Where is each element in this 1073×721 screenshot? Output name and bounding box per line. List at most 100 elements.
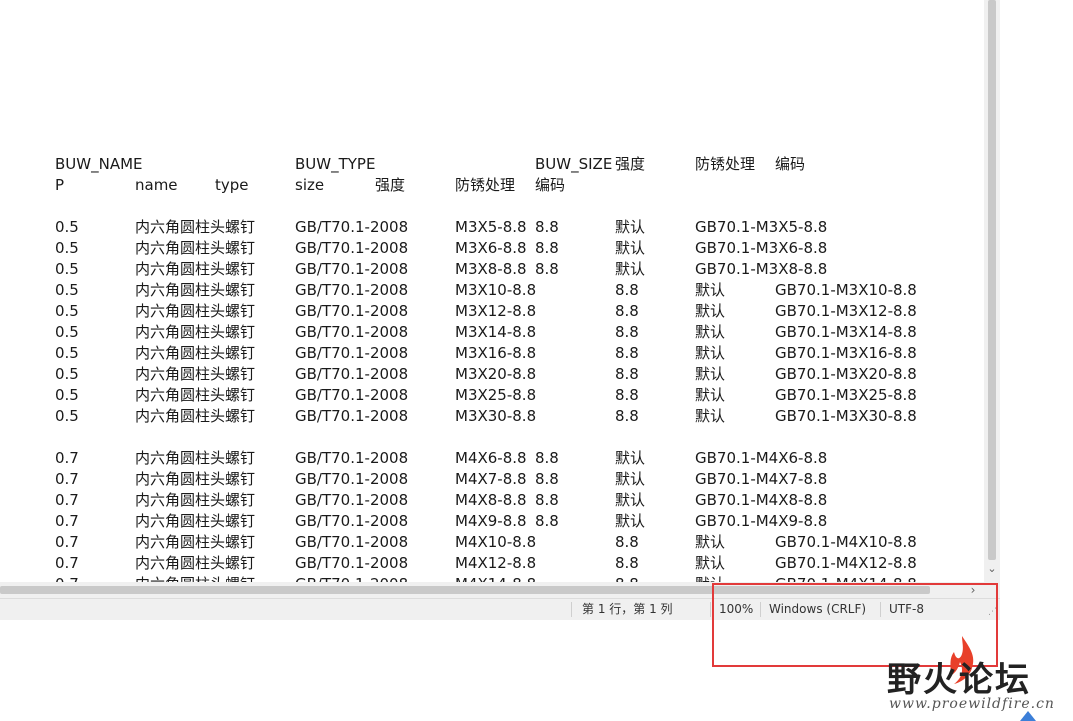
text-cell: 内六角圆柱头螺钉 (135, 407, 256, 425)
text-editor-area[interactable]: BUW_NAME BUW_TYPE BUW_SIZE 强度 防锈处理 编码 Pname typ… (0, 0, 984, 582)
text-cell: 8.8 (615, 323, 639, 341)
text-cell: BUW_SIZE (535, 155, 613, 173)
text-cell: GB/T70.1-2008 (295, 470, 409, 488)
text-cell: 0.5 (55, 239, 79, 257)
text-cell: M3X6-8.8 (455, 239, 527, 257)
text-cell: 8.8 (615, 407, 639, 425)
text-cell: 内六角圆柱头螺钉 (135, 365, 256, 383)
text-cell: 内六角圆柱头螺钉 (135, 386, 256, 404)
text-cell: 默认 (615, 449, 646, 467)
text-cell: 0.5 (55, 218, 79, 236)
text-cell: 默认 (695, 302, 726, 320)
text-cell: 默认 (615, 512, 646, 530)
text-cell: 0.5 (55, 281, 79, 299)
text-cell: 0.5 (55, 302, 79, 320)
text-cell: 0.7 (55, 512, 79, 530)
text-cell: 内六角圆柱头螺钉 (135, 344, 256, 362)
text-cell: 内六角圆柱头螺钉 (135, 533, 256, 551)
text-cell: BUW_TYPE (295, 155, 376, 173)
text-cell: GB70.1-M3X10-8.8 (775, 281, 917, 299)
text-cell: 8.8 (615, 554, 639, 572)
text-cell: 默认 (695, 386, 726, 404)
text-cell: M4X12-8.8 (455, 554, 537, 572)
text-cell: GB70.1-M4X7-8.8 (695, 470, 828, 488)
text-cell: GB/T70.1-2008 (295, 574, 408, 582)
text-cell: GB70.1-M4X14-8.8 (775, 574, 917, 582)
text-cell: 8.8 (535, 512, 559, 530)
vertical-scroll-thumb[interactable] (988, 0, 996, 560)
text-cell: 内六角圆柱头螺钉 (135, 574, 255, 582)
chevron-down-icon[interactable]: ⌄ (986, 562, 998, 576)
text-cell: GB70.1-M4X6-8.8 (695, 449, 828, 467)
text-cell: 8.8 (615, 533, 639, 551)
text-cell: 防锈处理 (695, 155, 756, 173)
text-cell: 8.8 (615, 302, 639, 320)
text-cell: M3X8-8.8 (455, 260, 527, 278)
text-cell: GB70.1-M3X20-8.8 (775, 365, 917, 383)
text-cell: 0.7 (55, 533, 79, 551)
text-cell: GB/T70.1-2008 (295, 386, 409, 404)
watermark: 野火论坛 www.proewildfire.cn (885, 630, 1073, 720)
text-cell: 内六角圆柱头螺钉 (135, 491, 256, 509)
text-cell: 8.8 (535, 260, 559, 278)
text-cell: 内六角圆柱头螺钉 (135, 239, 256, 257)
text-cell: M4X10-8.8 (455, 533, 537, 551)
text-cell: GB/T70.1-2008 (295, 344, 409, 362)
text-cell: name (135, 176, 178, 194)
text-cell: GB70.1-M3X12-8.8 (775, 302, 917, 320)
text-cell: GB70.1-M3X25-8.8 (775, 386, 917, 404)
text-cell: GB/T70.1-2008 (295, 323, 409, 341)
text-cell: 0.7 (55, 449, 79, 467)
text-cell: 0.7 (55, 470, 79, 488)
text-cell: 默认 (695, 574, 725, 582)
text-cell: 0.7 (55, 554, 79, 572)
text-cell: 默认 (615, 260, 646, 278)
text-cell: 内六角圆柱头螺钉 (135, 554, 256, 572)
corner-badge-icon (1020, 711, 1036, 721)
text-cell: M4X14-8.8 (455, 574, 536, 582)
text-cell: 0.7 (55, 491, 79, 509)
text-cell: 内六角圆柱头螺钉 (135, 302, 256, 320)
text-cell: GB70.1-M3X6-8.8 (695, 239, 828, 257)
text-cell: GB/T70.1-2008 (295, 365, 409, 383)
text-cell: 8.8 (615, 281, 639, 299)
text-cell: GB/T70.1-2008 (295, 302, 409, 320)
text-cell: GB/T70.1-2008 (295, 239, 409, 257)
text-cell: 8.8 (535, 491, 559, 509)
text-cell: M4X7-8.8 (455, 470, 527, 488)
text-cell: GB70.1-M4X10-8.8 (775, 533, 917, 551)
text-cell: 内六角圆柱头螺钉 (135, 260, 256, 278)
text-cell: type (215, 176, 249, 194)
text-cell: 8.8 (615, 344, 639, 362)
text-cell: GB70.1-M3X30-8.8 (775, 407, 917, 425)
text-cell: GB/T70.1-2008 (295, 554, 409, 572)
text-cell: GB/T70.1-2008 (295, 491, 409, 509)
text-cell: 0.5 (55, 365, 79, 383)
text-cell: M3X10-8.8 (455, 281, 537, 299)
vertical-scrollbar[interactable]: ⌄ (984, 0, 1000, 582)
text-cell: M3X12-8.8 (455, 302, 537, 320)
text-cell: 默认 (695, 554, 726, 572)
text-cell: 默认 (695, 533, 726, 551)
text-cell: 0.5 (55, 260, 79, 278)
text-cell: 内六角圆柱头螺钉 (135, 218, 256, 236)
text-cell: 强度 (375, 176, 406, 194)
text-cell: 8.8 (615, 386, 639, 404)
text-cell: GB/T70.1-2008 (295, 533, 409, 551)
text-cell: 8.8 (535, 218, 559, 236)
text-cell: 编码 (535, 176, 566, 194)
text-cell: 0.5 (55, 407, 79, 425)
text-cell: 内六角圆柱头螺钉 (135, 281, 256, 299)
text-cell: 内六角圆柱头螺钉 (135, 449, 256, 467)
text-cell: GB70.1-M4X8-8.8 (695, 491, 828, 509)
text-cell: 默认 (695, 281, 726, 299)
text-cell: 8.8 (535, 239, 559, 257)
text-cell: 强度 (615, 155, 646, 173)
text-cell: 默认 (615, 470, 646, 488)
text-cell: GB70.1-M3X8-8.8 (695, 260, 828, 278)
text-cell: M4X9-8.8 (455, 512, 527, 530)
text-cell: 默认 (615, 491, 646, 509)
text-cell: GB70.1-M3X16-8.8 (775, 344, 917, 362)
text-cell: GB/T70.1-2008 (295, 281, 409, 299)
text-cell: 默认 (695, 365, 726, 383)
